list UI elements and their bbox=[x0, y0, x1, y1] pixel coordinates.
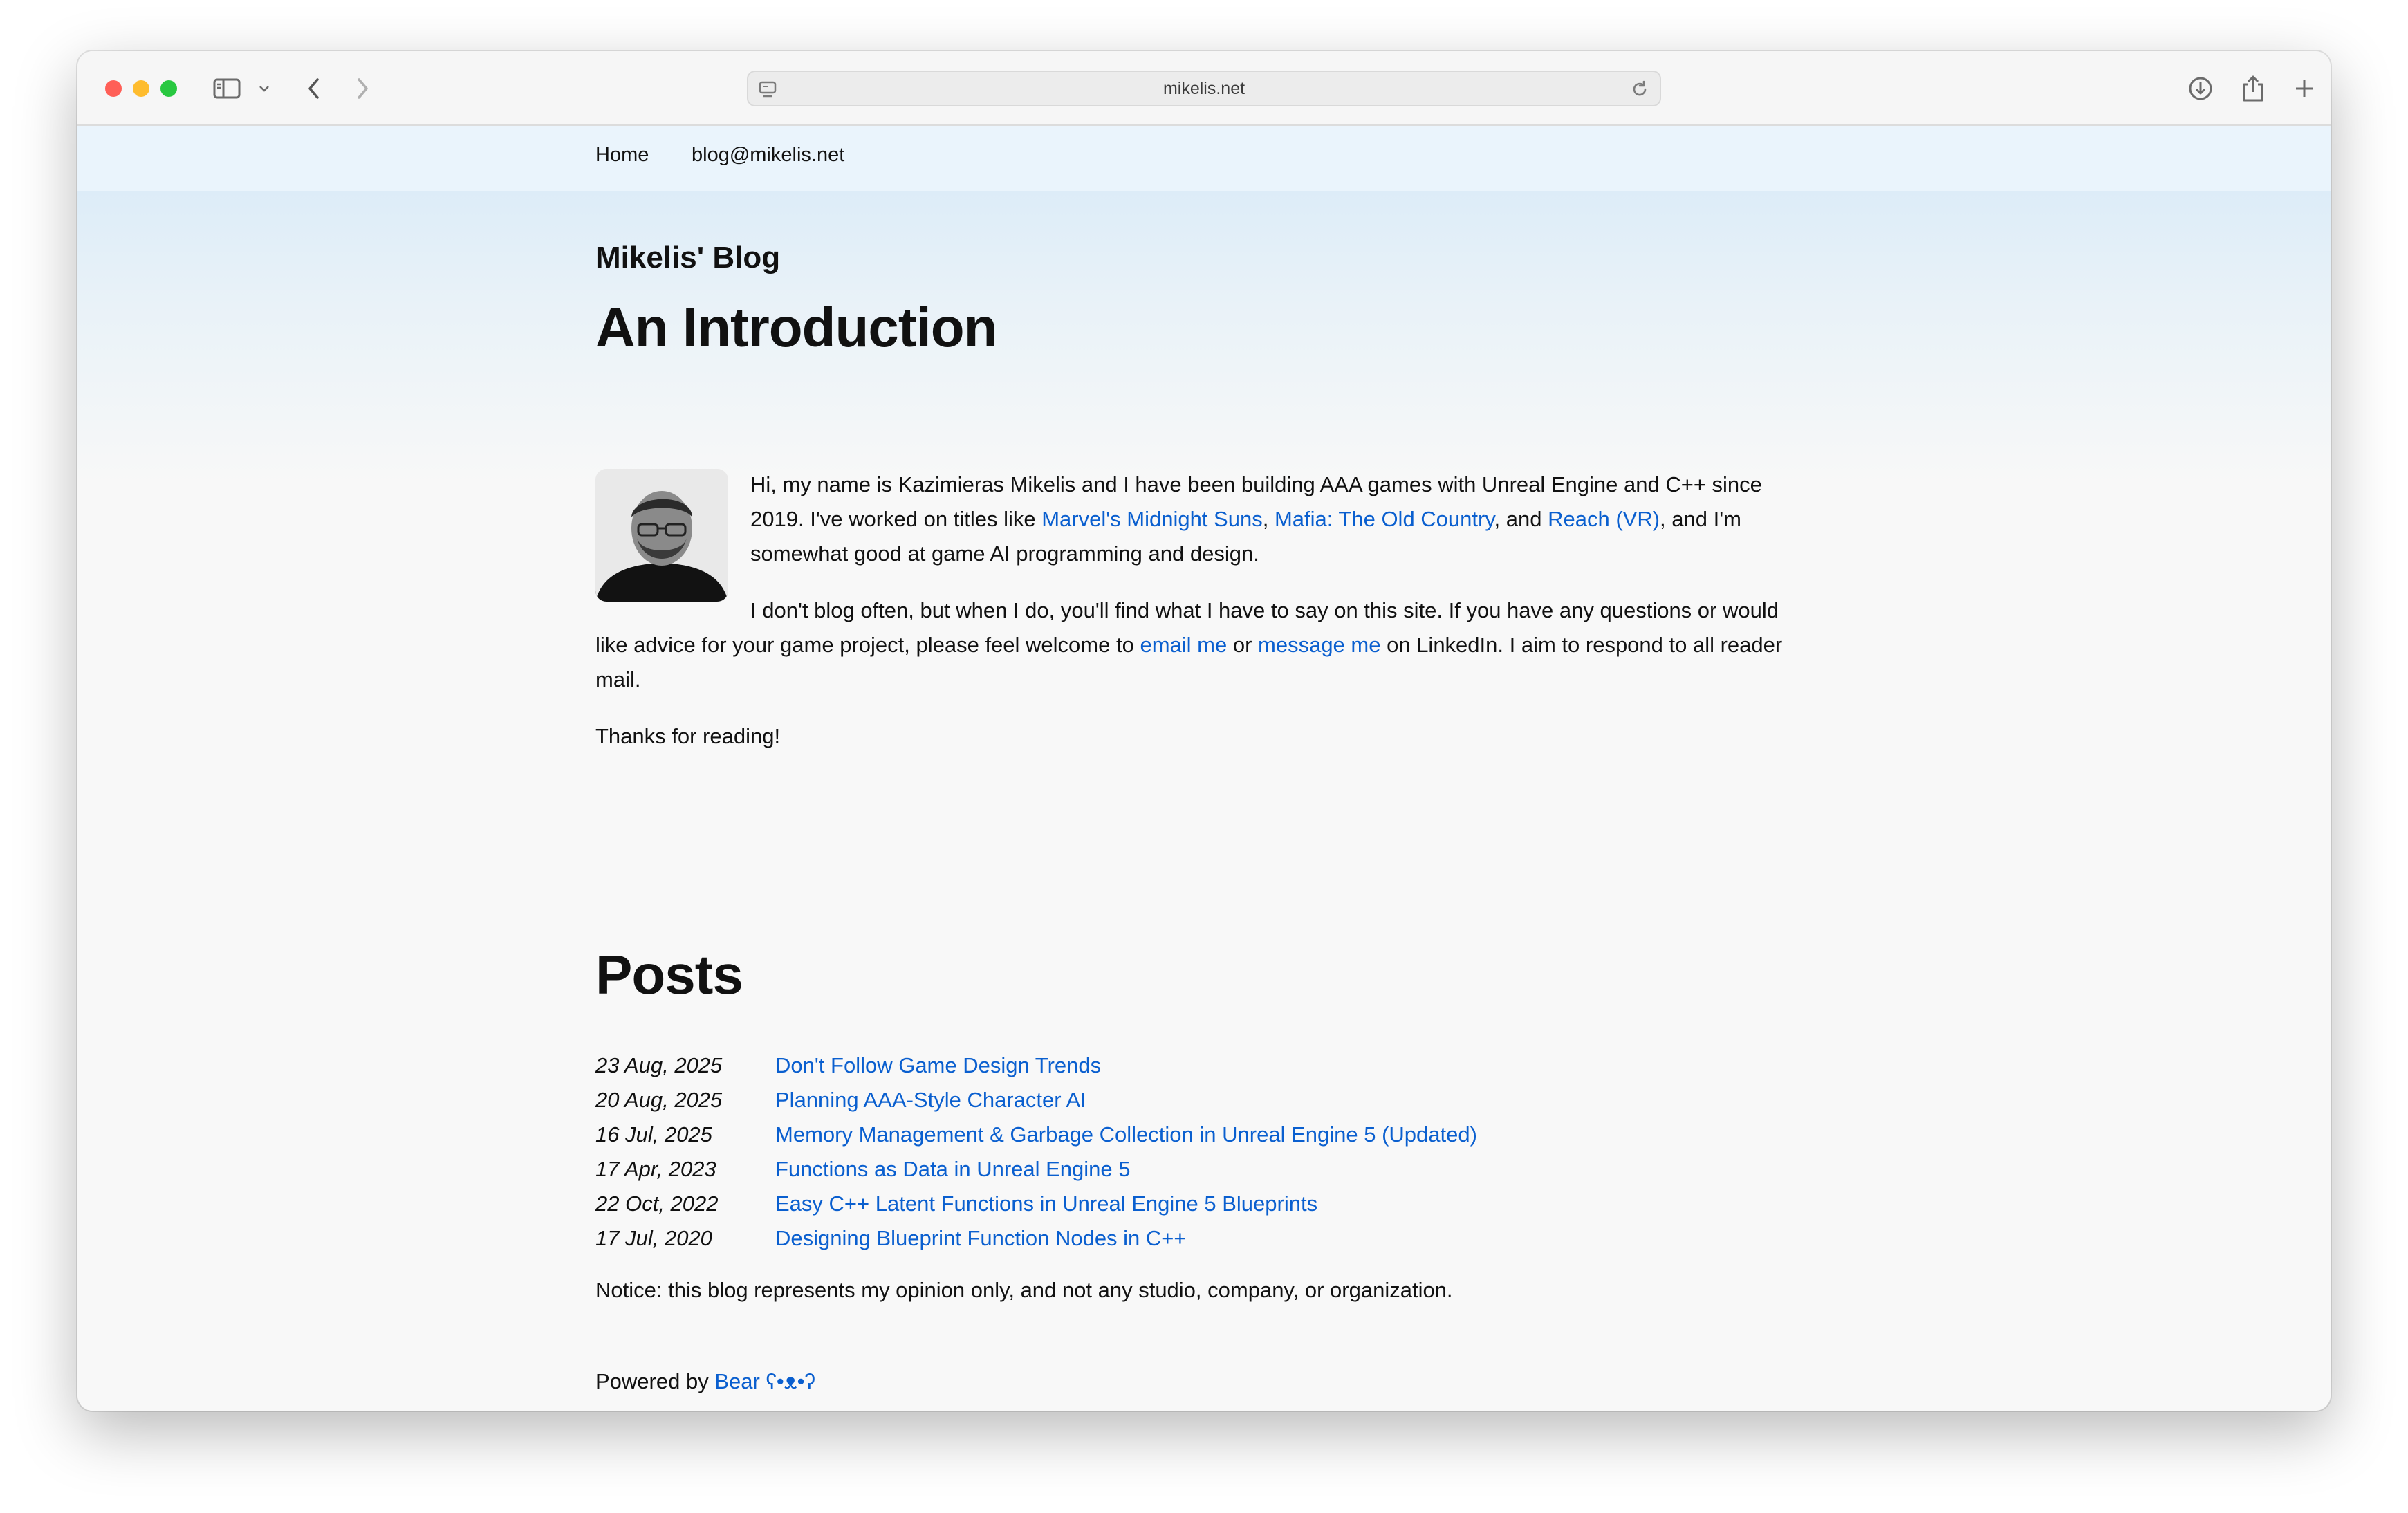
list-item: 23 Aug, 2025 Don't Follow Game Design Tr… bbox=[595, 1048, 1814, 1083]
list-item: 17 Jul, 2020 Designing Blueprint Functio… bbox=[595, 1221, 1814, 1256]
forward-icon[interactable] bbox=[349, 73, 376, 104]
minimize-window-button[interactable] bbox=[133, 80, 149, 97]
link-email-me[interactable]: email me bbox=[1140, 633, 1227, 657]
intro-heading: An Introduction bbox=[595, 297, 997, 358]
intro-paragraph-1: Hi, my name is Kazimieras Mikelis and I … bbox=[595, 467, 1814, 571]
footer-powered-by: Powered by Bear ʕ•ᴥ•ʔ bbox=[595, 1369, 815, 1394]
posts-list: 23 Aug, 2025 Don't Follow Game Design Tr… bbox=[595, 1048, 1814, 1256]
intro-text: , and bbox=[1494, 507, 1548, 531]
link-reach[interactable]: Reach (VR) bbox=[1548, 507, 1660, 531]
post-link[interactable]: Easy C++ Latent Functions in Unreal Engi… bbox=[775, 1187, 1317, 1221]
back-icon[interactable] bbox=[300, 73, 328, 104]
share-icon[interactable] bbox=[2238, 73, 2268, 104]
sidebar-toggle-icon[interactable] bbox=[212, 73, 242, 104]
bear-link[interactable]: Bear ʕ•ᴥ•ʔ bbox=[714, 1369, 815, 1393]
post-link[interactable]: Don't Follow Game Design Trends bbox=[775, 1048, 1101, 1083]
posts-heading: Posts bbox=[595, 944, 743, 1005]
post-link[interactable]: Functions as Data in Unreal Engine 5 bbox=[775, 1152, 1131, 1187]
link-mafia[interactable]: Mafia: The Old Country bbox=[1275, 507, 1494, 531]
nav-email-link[interactable]: blog@mikelis.net bbox=[692, 144, 844, 167]
link-midnight-suns[interactable]: Marvel's Midnight Suns bbox=[1041, 507, 1263, 531]
list-item: 17 Apr, 2023 Functions as Data in Unreal… bbox=[595, 1152, 1814, 1187]
zoom-window-button[interactable] bbox=[160, 80, 177, 97]
url-text[interactable]: mikelis.net bbox=[748, 72, 1660, 105]
intro-section: Hi, my name is Kazimieras Mikelis and I … bbox=[595, 467, 1814, 776]
intro-text: , bbox=[1262, 507, 1275, 531]
post-date: 22 Oct, 2022 bbox=[595, 1191, 719, 1216]
post-date: 17 Jul, 2020 bbox=[595, 1226, 712, 1250]
browser-toolbar: mikelis.net bbox=[77, 51, 2331, 126]
link-message-me[interactable]: message me bbox=[1258, 633, 1380, 657]
nav-home-link[interactable]: Home bbox=[595, 144, 649, 167]
disclaimer-notice: Notice: this blog represents my opinion … bbox=[595, 1278, 1453, 1302]
close-window-button[interactable] bbox=[105, 80, 122, 97]
new-tab-icon[interactable] bbox=[2289, 73, 2319, 104]
intro-paragraph-3: Thanks for reading! bbox=[595, 724, 781, 748]
post-link[interactable]: Memory Management & Garbage Collection i… bbox=[775, 1117, 1477, 1152]
intro-paragraph-2: I don't blog often, but when I do, you'l… bbox=[595, 593, 1814, 697]
site-title[interactable]: Mikelis' Blog bbox=[595, 241, 780, 275]
post-date: 23 Aug, 2025 bbox=[595, 1053, 723, 1077]
post-link[interactable]: Planning AAA-Style Character AI bbox=[775, 1083, 1086, 1117]
author-avatar bbox=[595, 469, 728, 602]
browser-window: mikelis.net Home blog@mikelis.net Mikeli… bbox=[77, 51, 2331, 1411]
post-date: 20 Aug, 2025 bbox=[595, 1088, 723, 1112]
powered-by-label: Powered by bbox=[595, 1369, 715, 1393]
list-item: 20 Aug, 2025 Planning AAA-Style Characte… bbox=[595, 1083, 1814, 1117]
chevron-down-icon[interactable] bbox=[256, 73, 272, 104]
downloads-icon[interactable] bbox=[2185, 73, 2216, 104]
intro-text: or bbox=[1227, 633, 1259, 657]
list-item: 16 Jul, 2025 Memory Management & Garbage… bbox=[595, 1117, 1814, 1152]
address-bar[interactable]: mikelis.net bbox=[747, 71, 1661, 106]
site-nav: Home blog@mikelis.net bbox=[77, 126, 2331, 191]
post-link[interactable]: Designing Blueprint Function Nodes in C+… bbox=[775, 1221, 1187, 1256]
reload-icon[interactable] bbox=[1629, 79, 1650, 103]
post-date: 17 Apr, 2023 bbox=[595, 1157, 716, 1181]
list-item: 22 Oct, 2022 Easy C++ Latent Functions i… bbox=[595, 1187, 1814, 1221]
post-date: 16 Jul, 2025 bbox=[595, 1122, 712, 1147]
web-page: Home blog@mikelis.net Mikelis' Blog An I… bbox=[77, 126, 2331, 1411]
